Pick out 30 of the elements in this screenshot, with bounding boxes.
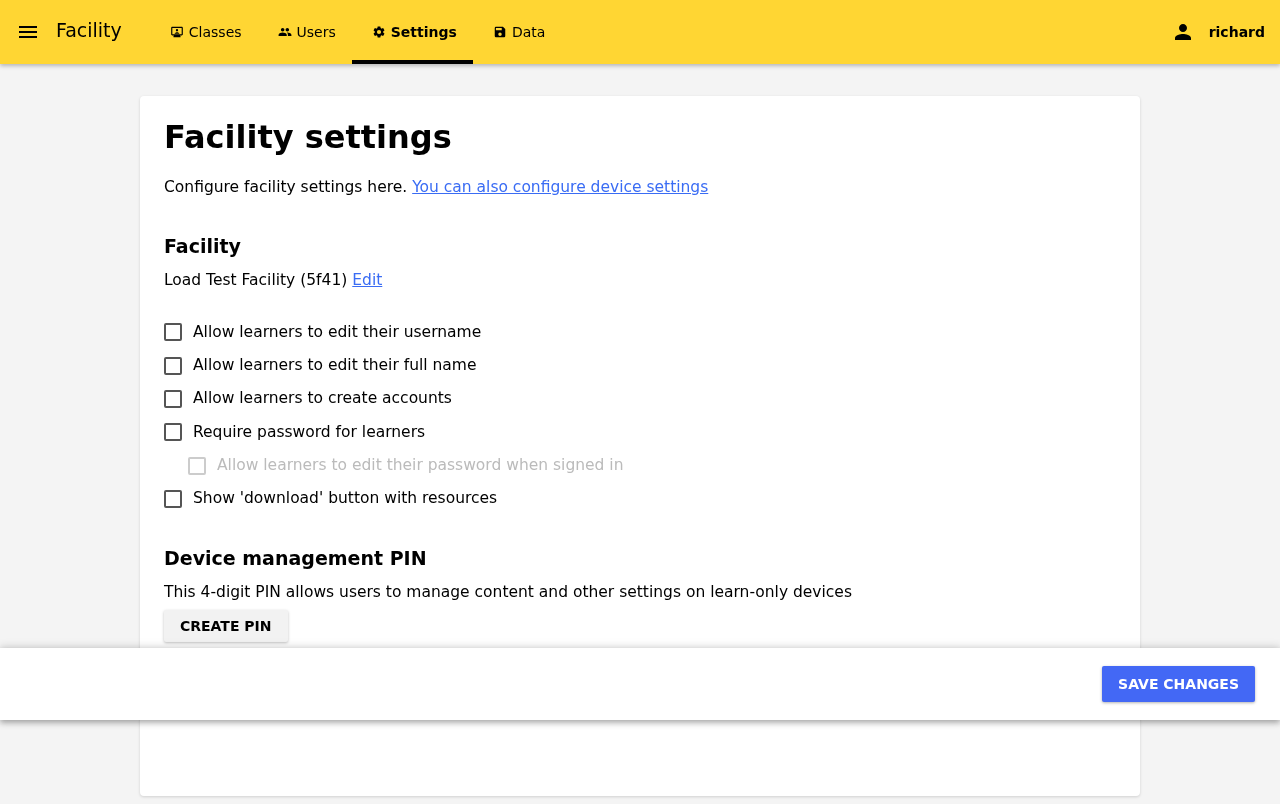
checkbox[interactable] (164, 490, 182, 509)
nav-tab[interactable]: Classes (149, 0, 258, 64)
people-icon (277, 25, 292, 39)
nav-tab[interactable]: Data (472, 0, 562, 64)
app-title: Facility (56, 19, 122, 41)
section-heading: Device management PIN (164, 546, 428, 569)
checkbox[interactable] (164, 356, 182, 375)
monitor-icon (169, 25, 184, 39)
checkbox[interactable] (164, 323, 182, 342)
device-settings-link[interactable]: You can also configure device settings (412, 178, 709, 196)
checkbox-label: Allow learners to edit their password when signed in (217, 456, 624, 476)
save-button[interactable]: SAVE CHANGES (1102, 666, 1255, 702)
checkbox-label: Require password for learners (193, 422, 426, 442)
pin-description: This 4-digit PIN allows users to manage content and other settings on learn-only devices (164, 581, 853, 603)
checkbox-label: Allow learners to edit their username (193, 322, 482, 342)
intro-text: Configure facility settings here. You can also configure device settings (164, 177, 710, 198)
checkbox[interactable] (164, 389, 182, 408)
checkbox-label: Allow learners to create accounts (193, 389, 452, 409)
checkbox[interactable] (164, 423, 182, 442)
nav-tab[interactable]: Users (257, 0, 352, 64)
nav-tab[interactable]: Settings (351, 0, 473, 64)
checkbox-label: Show 'download' button with resources (193, 489, 498, 509)
edit-link[interactable]: Edit (352, 271, 383, 290)
page-title: Facility settings (164, 118, 453, 156)
checkbox-label: Allow learners to edit their full name (193, 355, 477, 376)
facility-name: Load Test Facility (5f41) (164, 271, 348, 290)
user-name[interactable]: richard (1208, 24, 1265, 40)
section-heading: Facility (164, 235, 242, 258)
create-pin-button[interactable]: CREATE PIN (164, 610, 288, 642)
settings-icon (371, 25, 386, 39)
